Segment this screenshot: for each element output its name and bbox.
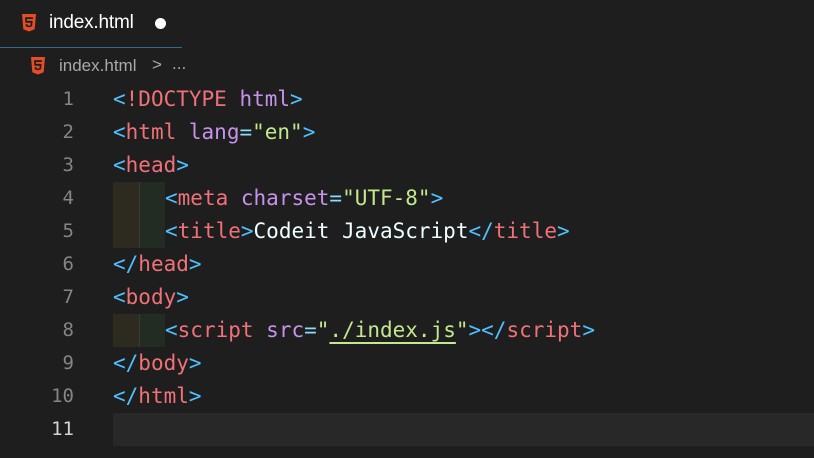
token-punct: < (113, 120, 126, 144)
token-attr: src (266, 318, 305, 342)
html5-icon (22, 14, 36, 32)
breadcrumb: index.html > ... (0, 48, 814, 84)
code-text: <meta charset="UTF-8"> (165, 182, 443, 215)
code-text: <!DOCTYPE html> (113, 83, 303, 116)
chevron-right-icon: > (152, 55, 162, 74)
line-number: 1 (62, 88, 74, 110)
token-tag: head (125, 153, 177, 177)
token-tag: script (506, 318, 583, 342)
token-tag: html (125, 120, 177, 144)
indent-guide (113, 182, 165, 215)
token-punct: < (113, 285, 126, 309)
indent-guide (113, 215, 165, 248)
code-line[interactable]: 2 <html lang="en"> (0, 116, 814, 149)
token-attr: charset (240, 186, 330, 210)
code-line[interactable]: 7 <body> (0, 281, 814, 314)
code-line[interactable]: 5 <title>Codeit JavaScript</title> (0, 215, 814, 248)
code-editor[interactable]: 1 <!DOCTYPE html> 2 <html lang="en"> 3 <head>… (0, 84, 814, 458)
code-line[interactable]: 6 </head> (0, 248, 814, 281)
token-str: "en" (252, 120, 303, 144)
token-tag: title (493, 219, 557, 243)
token-eq: = (304, 318, 317, 342)
token-punct: < (165, 219, 178, 243)
code-text: </body> (113, 347, 202, 380)
code-line[interactable]: 11 (0, 413, 814, 446)
unsaved-dot-icon[interactable] (155, 18, 166, 29)
code-line[interactable]: 8 <script src="./index.js"></script> (0, 314, 814, 347)
token-punct: < (165, 318, 178, 342)
token-punct: > (240, 219, 254, 243)
code-text: </head> (113, 248, 202, 281)
code-line[interactable]: 4 <meta charset="UTF-8"> (0, 182, 814, 215)
token-doct: !DOCTYPE (125, 87, 227, 111)
token-punct: > (176, 153, 189, 177)
token-attr: html (239, 87, 291, 111)
token-text: Codeit JavaScript (253, 219, 469, 243)
code-text: <head> (113, 149, 189, 182)
code-text: <title>Codeit JavaScript</title> (165, 215, 570, 248)
line-number: 9 (62, 352, 74, 374)
token-punct: </ (113, 351, 139, 375)
token-tag: head (138, 252, 189, 276)
token-punct: > (188, 351, 202, 375)
token-tag: title (177, 219, 241, 243)
token-tag: script (177, 318, 254, 342)
token-punct: </ (113, 252, 139, 276)
token-eq: = (329, 186, 343, 210)
tab-bar: index.html (0, 0, 814, 48)
code-line[interactable]: 9 </body> (0, 347, 814, 380)
token-attr: lang (188, 120, 240, 144)
token-punct: > (188, 252, 202, 276)
token-str: " (455, 318, 469, 342)
token-punct: < (165, 186, 178, 210)
line-number: 5 (62, 220, 74, 242)
token-punct: > (290, 87, 303, 111)
line-number: 7 (62, 286, 74, 308)
line-number: 10 (51, 385, 74, 407)
token-tag: meta (177, 186, 229, 210)
line-number: 3 (62, 154, 74, 176)
breadcrumb-file[interactable]: index.html (59, 56, 136, 76)
line-number: 6 (62, 253, 74, 275)
tab-index-html[interactable]: index.html (0, 0, 182, 48)
token-punct: > (188, 384, 202, 408)
code-line[interactable]: 3 <head> (0, 149, 814, 182)
breadcrumb-symbols[interactable]: ... (172, 54, 186, 74)
code-line[interactable]: 10 </html> (0, 380, 814, 413)
code-text: <body> (113, 281, 189, 314)
token-tag: body (138, 351, 189, 375)
token-punct: < (113, 87, 126, 111)
line-number: 11 (51, 418, 74, 440)
token-tag: html (138, 384, 189, 408)
token-punct: ></ (468, 318, 507, 342)
token-str: " (316, 318, 330, 342)
token-eq: = (239, 120, 253, 144)
code-text: </html> (113, 380, 202, 413)
indent-guide (113, 314, 165, 347)
code-text: <script src="./index.js"></script> (165, 314, 595, 347)
current-line-highlight (113, 413, 814, 446)
token-punct: > (302, 120, 316, 144)
token-punct: < (113, 153, 126, 177)
token-punct: > (556, 219, 570, 243)
token-punct: </ (113, 384, 139, 408)
line-number: 2 (62, 121, 74, 143)
line-number: 4 (62, 187, 74, 209)
line-number: 8 (62, 319, 74, 341)
token-str: ./index.js (329, 318, 456, 342)
code-text: <html lang="en"> (113, 116, 315, 149)
token-punct: > (582, 318, 595, 342)
token-punct: > (430, 186, 444, 210)
code-line[interactable]: 1 <!DOCTYPE html> (0, 83, 814, 116)
token-punct: > (176, 285, 189, 309)
html5-icon (31, 57, 45, 75)
tab-label: index.html (49, 12, 134, 33)
token-str: "UTF-8" (342, 186, 431, 210)
token-tag: body (125, 285, 177, 309)
token-punct: </ (468, 219, 494, 243)
